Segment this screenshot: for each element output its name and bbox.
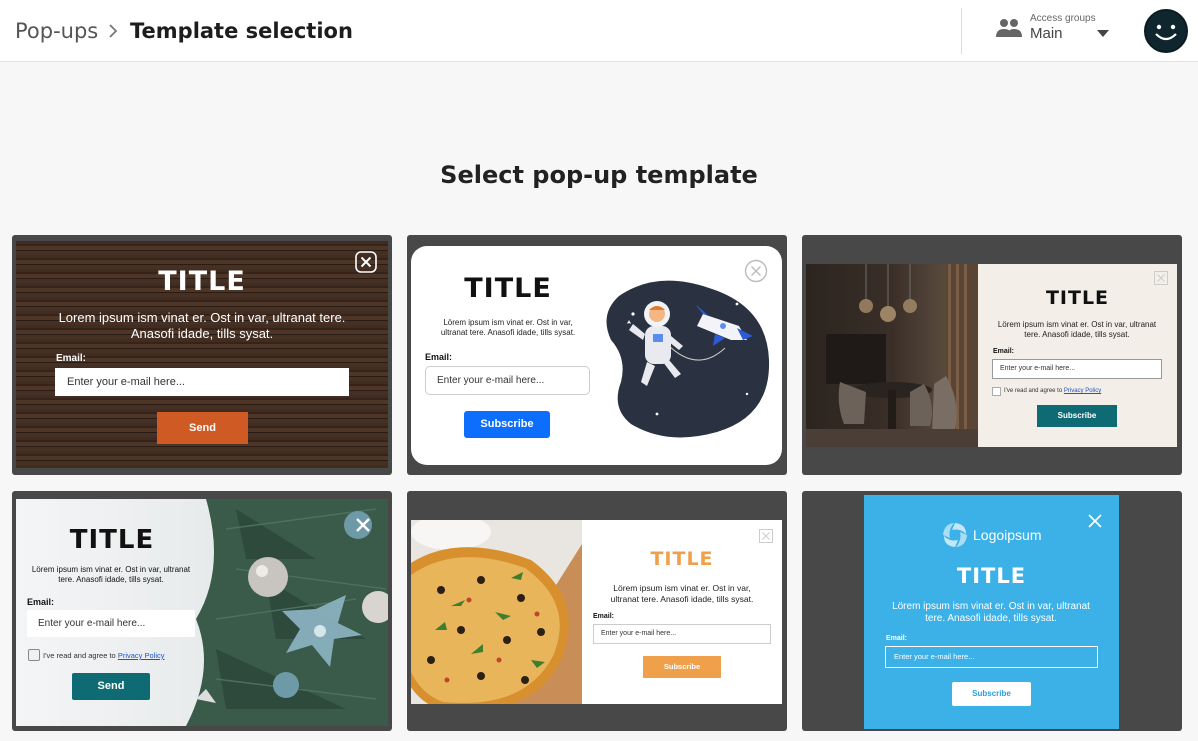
top-bar: Pop-ups Template selection Access groups… (0, 0, 1198, 62)
pizza-image (411, 520, 582, 704)
chevron-right-icon (109, 24, 118, 38)
popup-text: Lörem ipsum ism vinat er. Ost in var, ul… (31, 565, 191, 584)
popup-title: TITLE (956, 564, 1027, 588)
subscribe-button: Subscribe (464, 411, 550, 438)
privacy-policy-link: Privacy Policy (117, 651, 165, 660)
template-card-dining-room[interactable]: TITLE Lörem ipsum ism vinat er. Ost in v… (802, 235, 1182, 475)
popup-panel: TITLE Lörem ipsum ism vinat er. Ost in v… (411, 246, 782, 465)
caret-down-icon (1097, 30, 1109, 37)
close-icon (759, 529, 773, 543)
template-card-pizza[interactable]: TITLE Lörem ipsum ism vinat er. Ost in v… (407, 491, 787, 731)
popup-title: TITLE (69, 525, 155, 555)
close-icon (1088, 514, 1102, 528)
privacy-policy-link: Privacy Policy (1063, 388, 1102, 394)
popup-title: TITLE (158, 266, 246, 297)
smiley-face-icon (1155, 24, 1177, 41)
email-input: Enter your e-mail here... (425, 366, 590, 395)
send-button: Send (72, 673, 150, 700)
logo-text: Logoipsum (973, 527, 1042, 543)
access-groups-value: Main (1030, 25, 1063, 42)
template-card-logo[interactable]: Logoipsum TITLE Lörem ipsum ism vinat er… (802, 491, 1182, 731)
consent-label: I've read and agree to (1004, 388, 1063, 394)
close-icon (1154, 271, 1168, 285)
section-heading: Select pop-up template (440, 161, 758, 189)
dining-room-image (806, 264, 978, 447)
breadcrumb-root-link[interactable]: Pop-ups (15, 18, 98, 44)
email-input: Enter your e-mail here... (992, 359, 1162, 379)
popup-title: TITLE (1045, 287, 1110, 309)
subscribe-button: Subscribe (1037, 405, 1117, 427)
subscribe-button: Subscribe (952, 682, 1031, 706)
consent-checkbox (992, 387, 1001, 396)
consent-text: I've read and agree to Privacy Policy (1004, 387, 1101, 396)
popup-text: Lörem ipsum ism vinat er. Ost in var, ul… (997, 320, 1157, 339)
users-group-icon (996, 19, 1022, 37)
email-input: Enter your e-mail here... (27, 610, 195, 637)
email-label: Email: (27, 597, 55, 607)
email-input: Enter your e-mail here... (593, 624, 771, 644)
email-label: Email: (425, 352, 453, 362)
email-label: Email: (993, 348, 1015, 355)
email-input: Enter your e-mail here... (55, 368, 349, 396)
page-title: Template selection (130, 19, 353, 43)
access-groups-label: Access groups (1030, 13, 1096, 24)
email-label: Email: (56, 353, 87, 364)
logo-icon (943, 523, 967, 547)
user-avatar[interactable] (1144, 9, 1188, 53)
popup-text: Lorem ipsum ism vinat er. Ost in var, ul… (58, 310, 346, 341)
popup-text: Lörem ipsum ism vinat er. Ost in var, ul… (892, 601, 1090, 624)
popup-text: Lörem ipsum ism vinat er. Ost in var, ul… (610, 583, 754, 604)
popup-title: TITLE (650, 548, 714, 570)
send-button: Send (157, 412, 248, 444)
close-icon (356, 518, 370, 532)
consent-text: I've read and agree to Privacy Policy (43, 650, 165, 661)
template-card-astronaut[interactable]: TITLE Lörem ipsum ism vinat er. Ost in v… (407, 235, 787, 475)
consent-checkbox (28, 649, 40, 661)
email-input: Enter your e-mail here... (885, 646, 1098, 668)
popup-text: Lörem ipsum ism vinat er. Ost in var, ul… (440, 318, 576, 337)
consent-label: I've read and agree to (43, 651, 116, 660)
divider (961, 8, 962, 54)
template-card-wood[interactable]: TITLE Lorem ipsum ism vinat er. Ost in v… (12, 235, 392, 475)
email-label: Email: (886, 635, 908, 642)
email-label: Email: (593, 613, 615, 620)
popup-title: TITLE (464, 273, 552, 304)
astronaut-illustration (606, 280, 770, 438)
template-card-christmas[interactable]: TITLE Lörem ipsum ism vinat er. Ost in v… (12, 491, 392, 731)
subscribe-button: Subscribe (643, 656, 721, 678)
